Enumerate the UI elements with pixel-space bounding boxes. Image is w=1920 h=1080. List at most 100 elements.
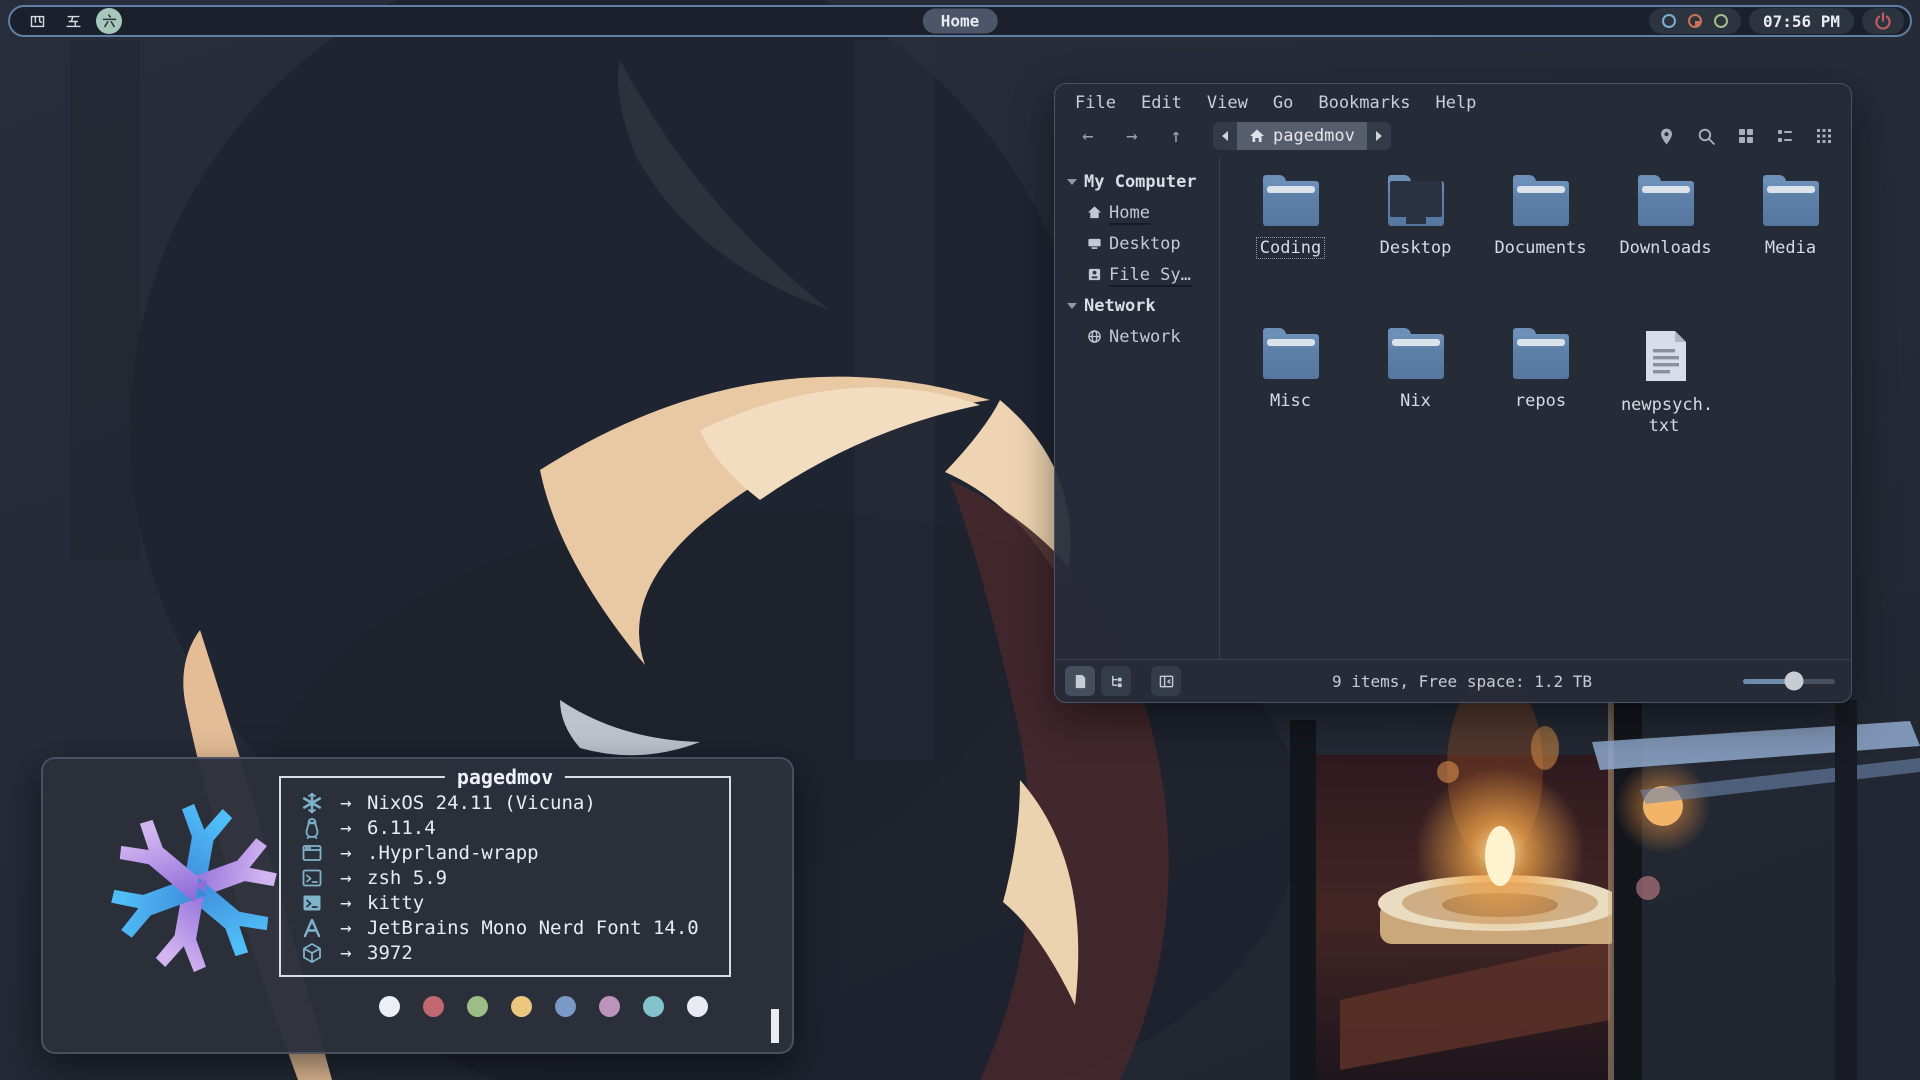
folder-icon [1513,334,1569,379]
topbar-right-cluster: 07:56 PM [1649,8,1910,34]
menu-help[interactable]: Help [1435,93,1476,113]
file-name: newpsych.txt [1618,395,1713,436]
folder-icon [1763,181,1819,226]
menu-go[interactable]: Go [1273,93,1293,113]
fetch-row-shell: → zsh 5.9 [299,865,719,890]
document-icon [1073,674,1088,689]
file-item-downloads[interactable]: Downloads [1603,171,1728,324]
sidebar-item-network[interactable]: Network [1067,321,1219,352]
file-item-newpsych-txt[interactable]: newpsych.txt [1603,324,1728,477]
text-file-icon [1643,329,1689,383]
path-bar: pagedmov [1213,122,1391,150]
workspace-4-glyph [29,13,46,30]
workspace-4[interactable] [24,8,50,34]
active-window-title[interactable]: Home [923,9,998,34]
menu-file[interactable]: File [1075,93,1116,113]
file-grid: Coding Desktop Documents Downloads Media [1228,171,1853,477]
kernel-icon [302,817,322,839]
clock[interactable]: 07:56 PM [1749,8,1854,34]
file-name: Documents [1491,238,1589,258]
list-view-icon[interactable] [1776,127,1794,145]
screenshare-indicator-icon [1661,13,1677,29]
workspace-5[interactable] [60,8,86,34]
palette-dot [379,996,400,1017]
fetch-info-box: pagedmov → NixOS 24.11 (Vicuna) → 6.11.4 [279,776,731,977]
icon-view-icon[interactable] [1737,127,1755,145]
sidebar-item-filesystem[interactable]: File Sy… [1067,259,1219,290]
slider-thumb[interactable] [1784,672,1803,691]
arrow-glyph: → [325,917,367,939]
arrow-glyph: → [325,867,367,889]
sidebar-item-label: Desktop [1109,234,1181,254]
file-name: repos [1512,391,1569,411]
fetch-row-packages: → 3972 [299,940,719,965]
chevron-left-icon [1222,131,1228,141]
file-name: Misc [1267,391,1314,411]
folder-icon [1263,181,1319,226]
menu-bookmarks[interactable]: Bookmarks [1318,93,1410,113]
workspace-6-active[interactable] [96,8,122,34]
sidebar-item-label: Home [1109,203,1150,223]
fetch-row-wm: → .Hyprland-wrapp [299,840,719,865]
show-files-button[interactable] [1065,666,1095,696]
palette-dot [643,996,664,1017]
path-segment-home[interactable]: pagedmov [1237,122,1367,150]
desktop-folder-icon [1388,181,1444,226]
sidebar-item-home[interactable]: Home [1067,197,1219,228]
sidebar-item-desktop[interactable]: Desktop [1067,228,1219,259]
back-button[interactable]: ← [1075,125,1101,147]
file-manager-window: File Edit View Go Bookmarks Help ← → ↑ p… [1054,83,1852,703]
sidebar-section-my-computer[interactable]: My Computer [1067,166,1219,197]
file-item-nix[interactable]: Nix [1353,324,1478,477]
sidebar-section-network[interactable]: Network [1067,290,1219,321]
icon-zoom-slider[interactable] [1743,679,1835,684]
folder-icon [1388,334,1444,379]
chevron-right-icon [1376,131,1382,141]
forward-button[interactable]: → [1119,125,1145,147]
terminal-cursor [771,1009,779,1043]
font-icon [301,917,323,939]
up-button[interactable]: ↑ [1163,125,1189,147]
toggle-side-pane-button[interactable] [1151,666,1181,696]
file-item-media[interactable]: Media [1728,171,1853,324]
palette-dot [467,996,488,1017]
globe-icon [1087,329,1102,344]
file-item-repos[interactable]: repos [1478,324,1603,477]
fetch-kernel-value: 6.11.4 [367,817,436,839]
path-scroll-right-button[interactable] [1367,122,1391,150]
power-button[interactable] [1862,8,1904,34]
terminal-color-palette [379,996,708,1017]
menu-edit[interactable]: Edit [1141,93,1182,113]
fetch-shell-value: zsh 5.9 [367,867,447,889]
compact-view-icon[interactable] [1815,127,1833,145]
arrow-glyph: → [325,817,367,839]
palette-dot [555,996,576,1017]
top-status-bar: Home 07:56 PM [8,5,1912,37]
file-view-pane[interactable]: Coding Desktop Documents Downloads Media [1220,158,1851,659]
status-bar: 9 items, Free space: 1.2 TB [1055,659,1851,702]
arrow-glyph: → [325,792,367,814]
record-indicator-icon [1687,13,1703,29]
workspace-5-glyph [65,13,82,30]
toolbar: ← → ↑ pagedmov [1055,118,1851,158]
tray-indicators[interactable] [1649,8,1741,34]
places-sidebar: My Computer Home Desktop [1055,158,1220,659]
fetch-font-value: JetBrains Mono Nerd Font 14.0 [367,917,699,939]
file-item-documents[interactable]: Documents [1478,171,1603,324]
show-tree-button[interactable] [1101,666,1131,696]
home-icon [1249,128,1265,144]
collapse-triangle-icon [1067,179,1077,185]
fetch-os-value: NixOS 24.11 (Vicuna) [367,792,596,814]
file-item-coding[interactable]: Coding [1228,171,1353,324]
file-item-desktop[interactable]: Desktop [1353,171,1478,324]
path-scroll-left-button[interactable] [1213,122,1237,150]
terminal-icon [301,892,323,914]
location-pin-icon[interactable] [1657,127,1676,146]
shell-icon [301,867,323,889]
file-item-misc[interactable]: Misc [1228,324,1353,477]
menu-view[interactable]: View [1207,93,1248,113]
folder-icon [1263,334,1319,379]
arrow-glyph: → [325,892,367,914]
search-icon[interactable] [1697,127,1716,146]
sidebar-item-label: File Sy… [1109,265,1191,285]
